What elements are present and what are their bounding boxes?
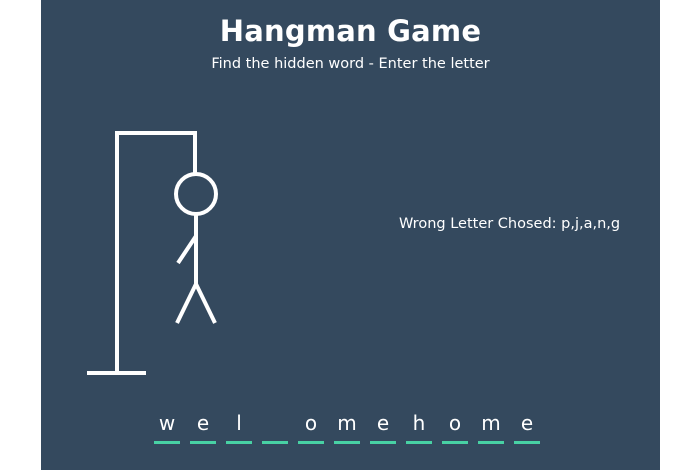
letter-slot: m	[334, 408, 360, 444]
letter-slot: m	[478, 408, 504, 444]
letter-slot: e	[370, 408, 396, 444]
figure-right-leg	[194, 283, 217, 324]
game-container: Hangman Game Find the hidden word - Ente…	[41, 0, 660, 470]
letter-slot: l	[226, 408, 252, 444]
letter-slot: h	[406, 408, 432, 444]
letter-slot: o	[298, 408, 324, 444]
wrong-letters-label: Wrong Letter Chosed: p,j,a,n,g	[399, 216, 621, 232]
letter-slot	[262, 408, 288, 444]
letter-slot: e	[190, 408, 216, 444]
figure-left-leg	[175, 283, 198, 324]
word-display: welomehome	[154, 408, 540, 444]
figure-head	[174, 172, 218, 216]
hangman-figure	[87, 131, 218, 375]
letter-slot: o	[442, 408, 468, 444]
letter-slot: e	[514, 408, 540, 444]
letter-slot: w	[154, 408, 180, 444]
figure-left-arm	[176, 234, 198, 265]
